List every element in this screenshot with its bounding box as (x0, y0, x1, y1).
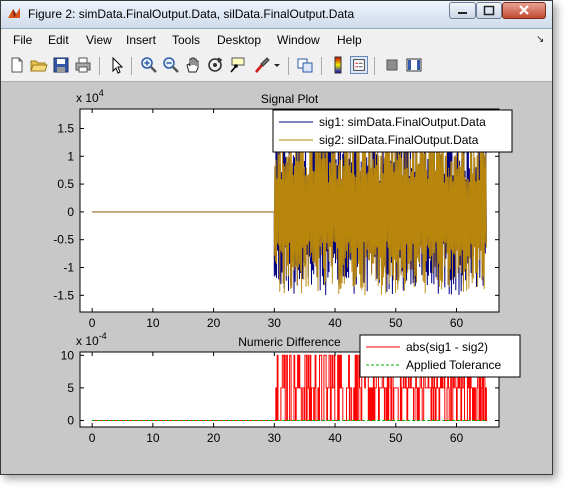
window-title: Figure 2: simData.FinalOutput.Data, silD… (28, 7, 355, 21)
legend-entry: abs(sig1 - sig2) (406, 340, 488, 354)
x-tick-label: 20 (207, 316, 221, 330)
x-tick-label: 0 (89, 316, 96, 330)
figure-toolbar (1, 52, 552, 82)
minimize-button[interactable] (449, 2, 476, 19)
y-tick-label: -0.5 (53, 233, 74, 247)
title-bar[interactable]: Figure 2: simData.FinalOutput.Data, silD… (1, 1, 552, 29)
menu-insert[interactable]: Insert (126, 33, 156, 47)
y-tick-label: 1.5 (57, 121, 74, 135)
x-tick-label: 20 (207, 431, 221, 445)
x-tick-label: 50 (389, 316, 403, 330)
y-exponent-power: 4 (99, 88, 104, 98)
brush-icon[interactable] (252, 56, 270, 74)
y-tick-label: -1.5 (53, 288, 74, 302)
new-figure-icon[interactable] (8, 56, 26, 74)
y-exponent-power: -4 (99, 331, 107, 341)
toolbar-separator (288, 57, 289, 75)
menu-view[interactable]: View (86, 33, 112, 47)
figure-canvas: 0 10 20 30 40 50 60 -1.5 -1 -0.5 0 0.5 1 1.5 x 104 Sign… (1, 82, 552, 474)
insert-legend-icon[interactable] (350, 56, 368, 74)
data-cursor-icon[interactable] (228, 56, 246, 74)
menu-help[interactable]: Help (337, 33, 362, 47)
zoom-in-icon[interactable] (140, 56, 158, 74)
x-tick-label: 60 (450, 316, 464, 330)
toolbar-separator (131, 57, 132, 75)
chevron-down-icon[interactable] (272, 56, 282, 74)
matlab-logo-icon (8, 8, 20, 18)
x-tick-label: 10 (146, 316, 160, 330)
print-icon[interactable] (74, 56, 92, 74)
x-tick-label: 10 (146, 431, 160, 445)
x-tick-label: 30 (268, 316, 282, 330)
x-tick-label: 50 (389, 431, 403, 445)
y-tick-label: 0 (67, 205, 74, 219)
minimize-icon (458, 12, 467, 14)
toolbar-separator (321, 57, 322, 75)
menu-edit[interactable]: Edit (48, 33, 69, 47)
edit-plot-arrow-icon[interactable] (108, 56, 126, 74)
y-tick-label: 10 (61, 348, 75, 362)
y-tick-label: -1 (63, 261, 74, 275)
maximize-icon (483, 5, 495, 16)
menu-desktop[interactable]: Desktop (217, 33, 261, 47)
y-tick-label: 1 (67, 149, 74, 163)
rotate-3d-icon[interactable] (206, 56, 224, 74)
insert-colorbar-icon[interactable] (329, 56, 347, 74)
menu-bar: File Edit View Insert Tools Desktop Wind… (1, 29, 552, 52)
difference-plot-title: Numeric Difference (238, 335, 341, 349)
figure-window: Figure 2: simData.FinalOutput.Data, silD… (0, 0, 553, 475)
menu-file[interactable]: File (13, 33, 32, 47)
y-exponent-label: x 104 (76, 88, 104, 105)
maximize-button[interactable] (476, 2, 502, 19)
x-tick-label: 40 (328, 431, 342, 445)
x-tick-label: 60 (450, 431, 464, 445)
y-exponent-label: x 10-4 (76, 331, 107, 348)
charts-svg: 0 10 20 30 40 50 60-1.5-1-0.500.511.5x 104 Sign… (53, 88, 521, 445)
y-tick-label: 0.5 (57, 177, 74, 191)
menu-window[interactable]: Window (277, 33, 320, 47)
toolbar-separator (374, 57, 375, 75)
menu-tools[interactable]: Tools (172, 33, 200, 47)
legend-entry: Applied Tolerance (406, 358, 502, 372)
x-tick-label: 30 (268, 431, 282, 445)
hide-plot-tools-icon[interactable] (383, 56, 401, 74)
y-tick-label: 5 (67, 381, 74, 395)
legend-entry: sig1: simData.FinalOutput.Data (319, 115, 486, 129)
x-tick-label: 0 (89, 431, 96, 445)
open-file-icon[interactable] (30, 56, 48, 74)
close-icon (519, 5, 529, 15)
y-tick-label: 0 (67, 413, 74, 427)
toolbar-separator (99, 57, 100, 75)
show-plot-tools-icon[interactable] (405, 56, 423, 74)
signal-plot-title: Signal Plot (261, 92, 319, 106)
zoom-out-icon[interactable] (162, 56, 180, 74)
dock-arrow-icon[interactable]: ↘ (536, 34, 544, 45)
pan-hand-icon[interactable] (184, 56, 202, 74)
x-tick-label: 40 (328, 316, 342, 330)
close-button[interactable] (502, 2, 546, 19)
save-icon[interactable] (52, 56, 70, 74)
legend-entry: sig2: silData.FinalOutput.Data (319, 133, 479, 147)
link-plot-icon[interactable] (296, 56, 314, 74)
